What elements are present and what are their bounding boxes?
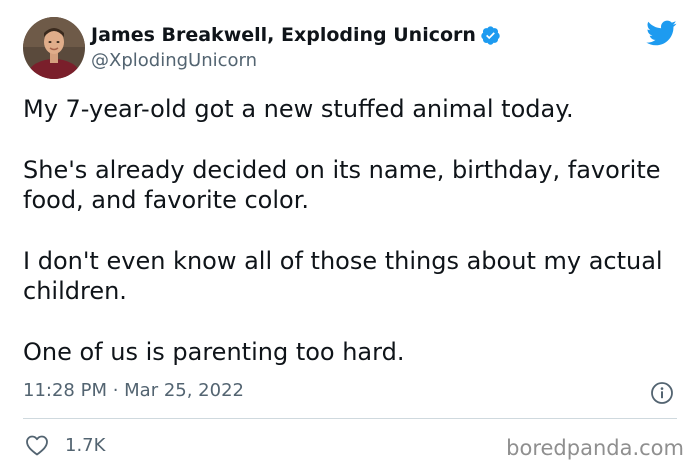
avatar-image (23, 17, 85, 79)
divider (23, 418, 677, 419)
tweet-paragraph: One of us is parenting too hard. (23, 338, 405, 366)
avatar[interactable] (23, 17, 85, 79)
watermark: boredpanda.com (506, 436, 684, 460)
tweet-paragraph: She's already decided on its name, birth… (23, 156, 661, 214)
like-count: 1.7K (65, 434, 106, 456)
author-display-name[interactable]: James Breakwell, Exploding Unicorn (91, 24, 476, 46)
tweet-paragraph: I don't even know all of those things ab… (23, 247, 663, 305)
heart-icon[interactable] (25, 434, 49, 456)
tweet-timestamp[interactable]: 11:28 PM · Mar 25, 2022 (23, 380, 244, 401)
tweet-paragraph: My 7-year-old got a new stuffed animal t… (23, 95, 574, 123)
like-button[interactable]: 1.7K (25, 431, 105, 459)
info-icon[interactable] (650, 381, 674, 405)
author-name-row: James Breakwell, Exploding Unicorn (91, 22, 501, 48)
author-handle[interactable]: @XplodingUnicorn (91, 50, 257, 71)
tweet-card: James Breakwell, Exploding Unicorn @Xplo… (0, 0, 700, 471)
tweet-text: My 7-year-old got a new stuffed animal t… (23, 94, 673, 398)
twitter-bird-icon[interactable] (645, 19, 677, 47)
verified-badge-icon (480, 25, 501, 46)
